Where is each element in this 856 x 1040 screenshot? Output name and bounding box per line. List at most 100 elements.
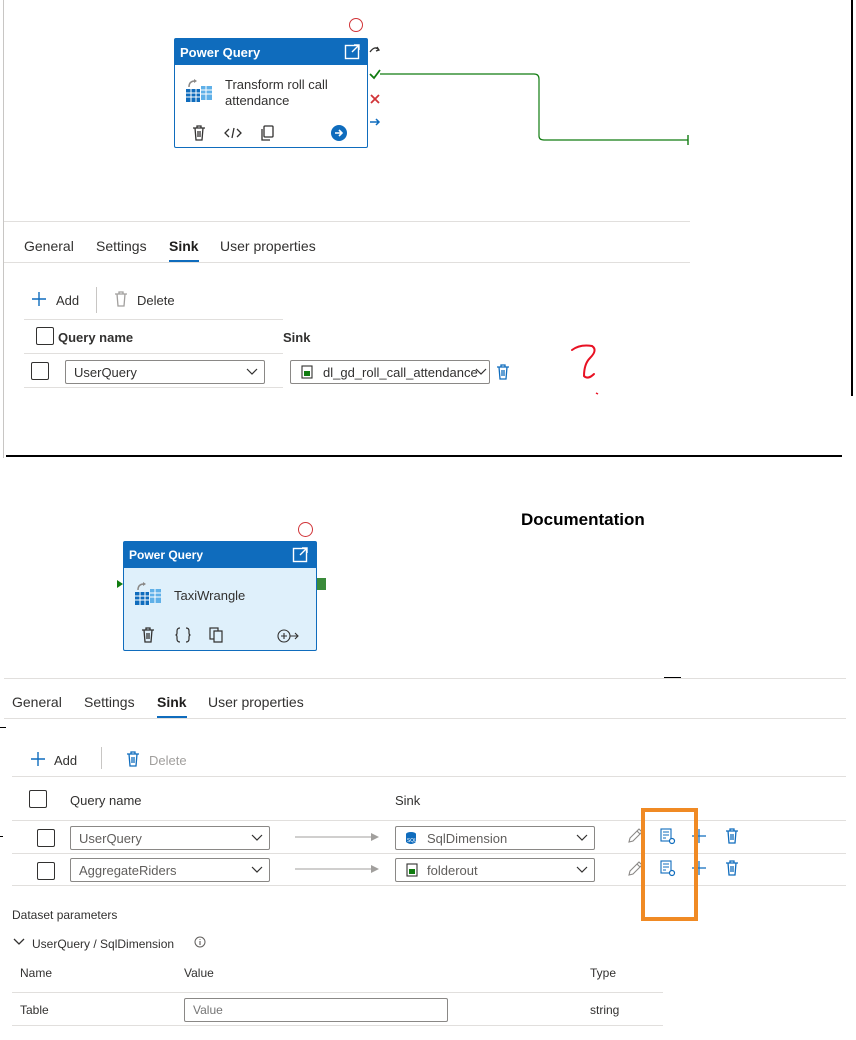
mapping-arrow: [295, 833, 379, 841]
param-value-input[interactable]: [184, 998, 448, 1022]
delete-row-icon[interactable]: [496, 364, 510, 380]
activity-name: TaxiWrangle: [174, 588, 246, 603]
tab-user-properties[interactable]: User properties: [220, 238, 316, 254]
delete-row-icon[interactable]: [725, 860, 739, 876]
output-port[interactable]: [317, 578, 326, 590]
dataset-parameters-title: Dataset parameters: [12, 908, 118, 922]
row-checkbox[interactable]: [31, 362, 49, 380]
toolbar-separator: [96, 287, 97, 313]
add-icon[interactable]: [31, 752, 45, 766]
column-header-sink: Sink: [395, 793, 421, 808]
left-margin-tick: [0, 727, 6, 728]
table-header-divider: [24, 353, 283, 354]
activity-type-label: Power Query: [180, 45, 261, 60]
power-query-icon: [135, 582, 161, 605]
table-row-divider: [24, 387, 283, 388]
row-checkbox[interactable]: [37, 862, 55, 880]
open-external-icon[interactable]: [344, 43, 361, 60]
success-link-line: [380, 73, 689, 145]
activity-card-power-query[interactable]: Power Query Transform roll call attendan…: [174, 38, 368, 148]
sink-dataset-dropdown[interactable]: folderout: [395, 858, 595, 882]
delete-icon[interactable]: [126, 751, 140, 767]
tab-general[interactable]: General: [24, 238, 74, 254]
delete-button[interactable]: Delete: [149, 753, 187, 768]
question-annotation: ?: [568, 336, 608, 396]
add-icon[interactable]: [32, 292, 46, 306]
sink-dataset-dropdown[interactable]: SQL SqlDimension: [395, 826, 595, 850]
row-checkbox[interactable]: [37, 829, 55, 847]
tab-settings[interactable]: Settings: [96, 238, 147, 254]
documentation-heading: Documentation: [521, 510, 645, 529]
table-row-divider: [12, 853, 846, 854]
go-arrow-icon[interactable]: [331, 125, 347, 141]
add-button[interactable]: Add: [54, 753, 77, 768]
dataset-file-icon: [301, 365, 313, 379]
add-button[interactable]: Add: [56, 293, 79, 308]
dataset-file-icon: [406, 863, 418, 877]
copy-icon[interactable]: [260, 125, 274, 141]
tab-general[interactable]: General: [12, 694, 62, 710]
param-header-divider: [12, 992, 663, 993]
sink-dataset-value: SqlDimension: [427, 831, 508, 846]
skip-connector[interactable]: [369, 44, 381, 56]
tabs-bottom-divider: [4, 262, 690, 263]
table-row-divider: [12, 885, 846, 886]
sink-dataset-value: folderout: [427, 863, 478, 878]
parameter-group-title[interactable]: UserQuery / SqlDimension: [32, 937, 174, 951]
sink-dataset-dropdown[interactable]: dl_gd_roll_call_attendance: [290, 360, 490, 384]
select-all-checkbox[interactable]: [29, 790, 47, 808]
delete-icon[interactable]: [141, 627, 155, 643]
table-header-divider: [12, 820, 846, 821]
breakpoint-circle[interactable]: [349, 18, 363, 32]
delete-row-icon[interactable]: [725, 828, 739, 844]
tab-sink[interactable]: Sink: [157, 694, 187, 718]
select-all-checkbox[interactable]: [36, 327, 54, 345]
sink-dataset-value: dl_gd_roll_call_attendance: [323, 365, 478, 380]
tabs-bottom-divider: [4, 718, 846, 719]
section-separator: [6, 455, 842, 457]
canvas-left-border: [3, 0, 4, 458]
add-output-icon[interactable]: [277, 628, 299, 644]
param-column-type: Type: [590, 966, 617, 980]
tab-settings[interactable]: Settings: [84, 694, 135, 710]
param-type-value: string: [590, 1003, 620, 1017]
breakpoint-circle[interactable]: [298, 522, 313, 537]
delete-button[interactable]: Delete: [137, 293, 175, 308]
tabs-top-divider: [4, 221, 690, 222]
query-name-dropdown[interactable]: UserQuery: [70, 826, 270, 850]
delete-icon[interactable]: [192, 125, 206, 141]
left-margin-dash: [0, 836, 3, 837]
mapping-arrow: [295, 865, 379, 873]
query-name-value: AggregateRiders: [79, 863, 177, 878]
code-icon[interactable]: [224, 127, 242, 139]
chevron-down-icon: [475, 368, 487, 375]
param-row-divider: [12, 1025, 663, 1026]
info-icon[interactable]: [194, 936, 206, 948]
open-external-icon[interactable]: [292, 546, 309, 563]
tab-sink[interactable]: Sink: [169, 238, 199, 262]
query-name-value: UserQuery: [79, 831, 142, 846]
table-header-divider-top: [12, 776, 846, 777]
canvas-right-border: [851, 0, 853, 396]
activity-name: Transform roll call attendance: [225, 77, 328, 108]
activity-card-power-query[interactable]: Power Query TaxiWrangle: [123, 541, 317, 651]
tabs-top-divider: [4, 678, 846, 679]
column-header-query-name: Query name: [70, 793, 142, 808]
query-name-value: UserQuery: [74, 365, 137, 380]
table-header-divider-top: [24, 319, 283, 320]
copy-icon[interactable]: [209, 627, 224, 643]
chevron-down-icon: [251, 866, 263, 873]
activity-card-header: Power Query: [175, 39, 367, 65]
highlight-box: [641, 808, 698, 921]
activity-card-header: Power Query: [124, 542, 316, 568]
sql-database-icon: SQL: [406, 832, 417, 844]
chevron-down-icon[interactable]: [13, 937, 25, 947]
param-column-name: Name: [20, 966, 53, 980]
query-name-dropdown[interactable]: UserQuery: [65, 360, 265, 384]
delete-icon[interactable]: [114, 291, 128, 307]
activity-type-label: Power Query: [129, 548, 204, 562]
tab-user-properties[interactable]: User properties: [208, 694, 304, 710]
code-braces-icon[interactable]: [175, 627, 191, 643]
column-header-sink: Sink: [283, 330, 311, 345]
query-name-dropdown[interactable]: AggregateRiders: [70, 858, 270, 882]
